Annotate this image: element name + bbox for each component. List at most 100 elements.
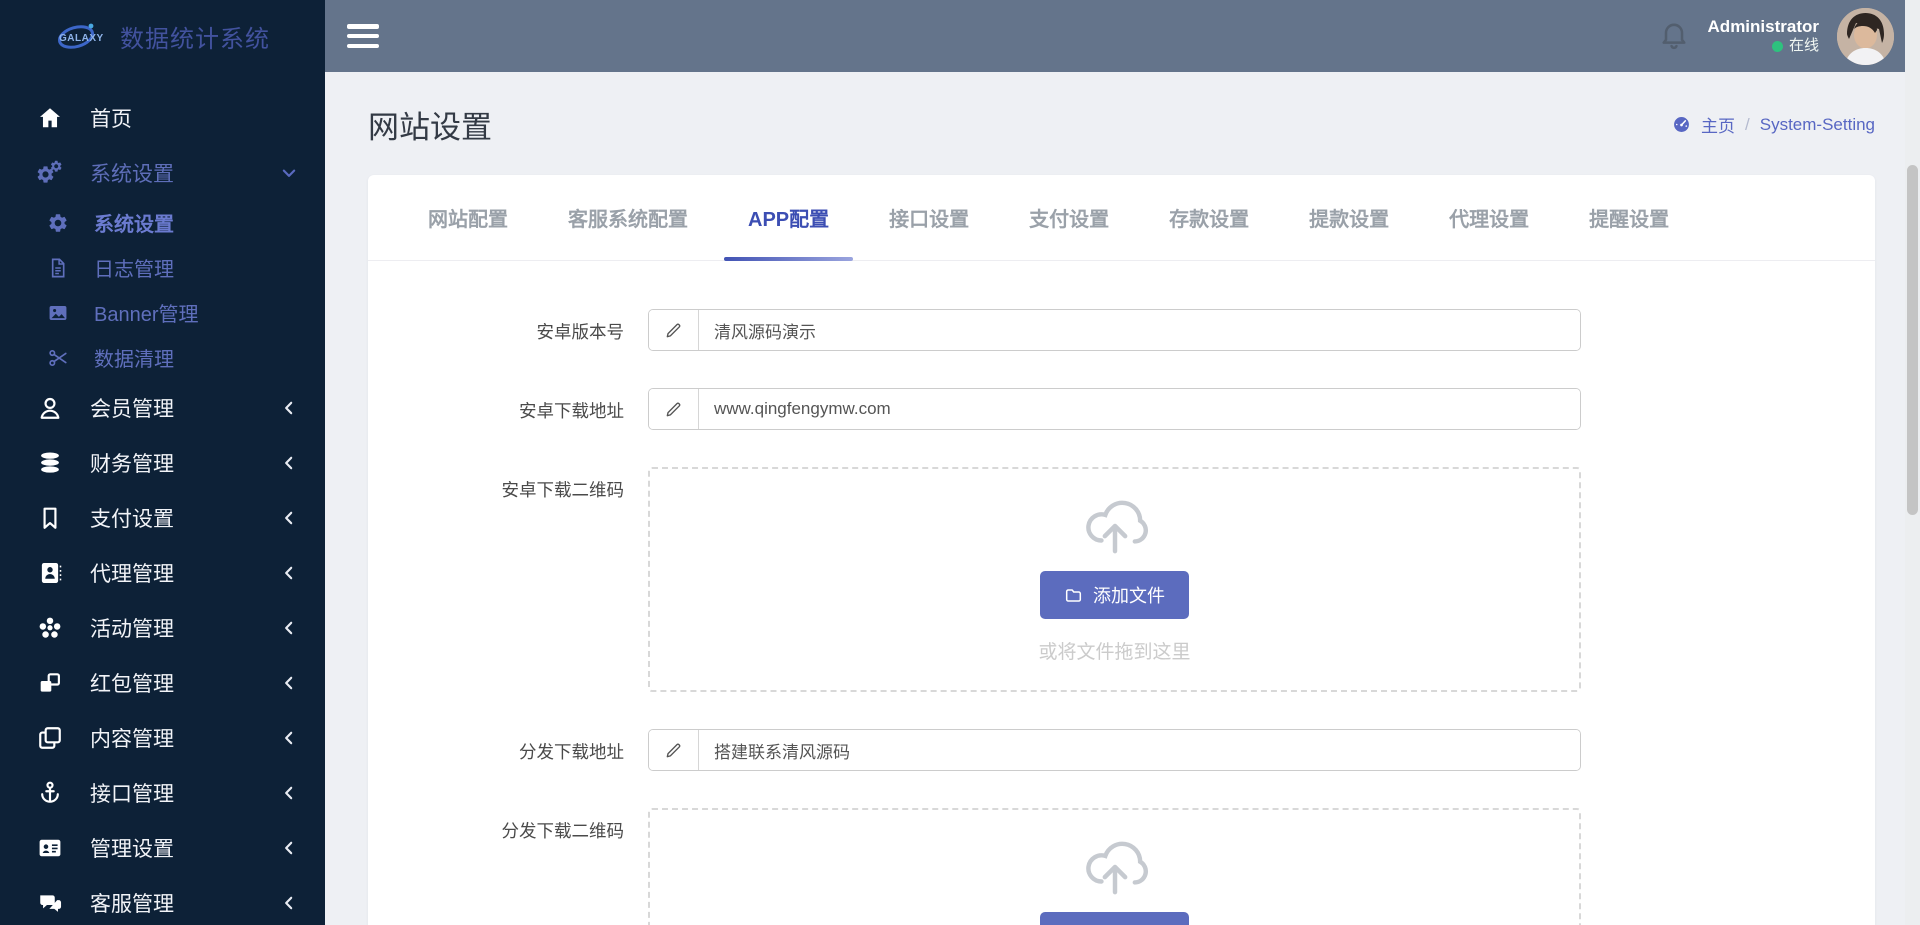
logo-text: GALAXY <box>59 33 104 44</box>
chevron-left-icon <box>279 838 299 858</box>
avatar[interactable] <box>1837 7 1894 65</box>
settings-tabs: 网站配置 客服系统配置 APP配置 接口设置 支付设置 存款设置 提款设置 代理… <box>368 175 1875 261</box>
breadcrumb: 主页 / System-Setting <box>1672 112 1875 137</box>
chevron-down-icon <box>279 163 299 183</box>
sidebar-item-content-management[interactable]: 内容管理 <box>0 710 325 765</box>
chevron-left-icon <box>279 783 299 803</box>
sidebar-item-api-management[interactable]: 接口管理 <box>0 765 325 820</box>
android-qrcode-label: 安卓下载二维码 <box>501 480 625 500</box>
distribution-url-input-group <box>648 729 1581 771</box>
android-version-label: 安卓版本号 <box>536 322 625 342</box>
sidebar-item-activity-management[interactable]: 活动管理 <box>0 600 325 655</box>
sidebar-item-home[interactable]: 首页 <box>0 90 325 145</box>
sidebar-item-system-settings[interactable]: 系统设置 <box>0 145 325 200</box>
sidebar-item-member-management[interactable]: 会员管理 <box>0 380 325 435</box>
squares-icon <box>36 670 64 696</box>
app-title: 数据统计系统 <box>120 25 270 53</box>
sidebar-item-admin-settings[interactable]: 管理设置 <box>0 820 325 875</box>
distribution-qrcode-label: 分发下载二维码 <box>501 821 625 841</box>
chat-icon <box>36 890 64 916</box>
user-name: Administrator <box>1707 17 1819 36</box>
chevron-left-icon <box>279 563 299 583</box>
sidebar-subitem-banner-management[interactable]: Banner管理 <box>0 290 325 335</box>
drop-hint: 或将文件拖到这里 <box>1038 642 1191 663</box>
document-icon <box>46 257 70 279</box>
page-title: 网站设置 <box>368 110 492 145</box>
user-status: 在线 <box>1708 37 1819 56</box>
tab-deposit-settings[interactable]: 存款设置 <box>1161 175 1257 260</box>
breadcrumb-home[interactable]: 主页 <box>1701 112 1735 137</box>
sidebar-nav: 首页 系统设置 系统设置 日志管理 Banner管理 数据清理 会员管理 财务管… <box>0 72 325 925</box>
sidebar: GALAXY 数据统计系统 首页 系统设置 系统设置 日志管理 Banner管理… <box>0 0 325 925</box>
tab-reminder-settings[interactable]: 提醒设置 <box>1581 175 1677 260</box>
gears-icon <box>36 160 64 186</box>
sidebar-item-agent-management[interactable]: 代理管理 <box>0 545 325 600</box>
burst-icon <box>36 615 64 641</box>
sidebar-item-payment-settings[interactable]: 支付设置 <box>0 490 325 545</box>
tab-website-config[interactable]: 网站配置 <box>420 175 516 260</box>
bell-icon[interactable] <box>1658 19 1690 53</box>
edit-addon <box>649 389 699 429</box>
page-scrollbar <box>1905 0 1920 925</box>
copy-icon <box>36 725 64 751</box>
scissors-icon <box>46 347 70 369</box>
anchor-icon <box>36 780 64 806</box>
home-icon <box>36 105 64 131</box>
gear-icon <box>46 212 70 234</box>
android-qrcode-dropzone[interactable]: 添加文件 或将文件拖到这里 <box>648 467 1581 692</box>
distribution-url-label: 分发下载地址 <box>519 742 624 762</box>
tab-withdrawal-settings[interactable]: 提款设置 <box>1301 175 1397 260</box>
tab-service-system-config[interactable]: 客服系统配置 <box>560 175 696 260</box>
add-file-button[interactable]: 添加文件 <box>1040 912 1189 925</box>
cloud-upload-icon <box>1079 836 1151 896</box>
image-icon <box>46 302 70 324</box>
chevron-left-icon <box>279 618 299 638</box>
tab-payment-settings[interactable]: 支付设置 <box>1021 175 1117 260</box>
chevron-left-icon <box>279 673 299 693</box>
android-download-url-label: 安卓下载地址 <box>519 401 624 421</box>
database-icon <box>36 450 64 476</box>
sidebar-item-finance-management[interactable]: 财务管理 <box>0 435 325 490</box>
tab-app-config[interactable]: APP配置 <box>723 175 854 261</box>
tab-agent-settings[interactable]: 代理设置 <box>1441 175 1537 260</box>
bookmark-icon <box>36 505 64 531</box>
sidebar-subitem-data-cleanup[interactable]: 数据清理 <box>0 335 325 380</box>
app-logo[interactable]: GALAXY 数据统计系统 <box>0 0 325 72</box>
galaxy-logo-icon: GALAXY <box>57 23 104 49</box>
sidebar-item-customer-service[interactable]: 客服管理 <box>0 875 325 925</box>
android-download-url-input-group <box>648 388 1581 430</box>
scrollbar-thumb[interactable] <box>1907 165 1918 515</box>
distribution-qrcode-dropzone[interactable]: 添加文件 或将文件拖到这里 <box>648 808 1581 925</box>
dashboard-icon <box>1672 115 1691 134</box>
add-file-button[interactable]: 添加文件 <box>1040 571 1189 619</box>
avatar-image <box>1837 7 1894 65</box>
sidebar-subitem-system-settings[interactable]: 系统设置 <box>0 200 325 245</box>
pencil-icon <box>664 321 683 340</box>
settings-card: 网站配置 客服系统配置 APP配置 接口设置 支付设置 存款设置 提款设置 代理… <box>368 175 1875 925</box>
online-status-dot <box>1771 41 1783 53</box>
pencil-icon <box>664 741 683 760</box>
android-download-url-input[interactable] <box>699 389 1580 429</box>
chevron-left-icon <box>279 728 299 748</box>
tab-api-settings[interactable]: 接口设置 <box>881 175 977 260</box>
user-icon <box>36 395 64 421</box>
distribution-url-input[interactable] <box>699 730 1580 770</box>
chevron-left-icon <box>279 453 299 473</box>
chevron-left-icon <box>279 398 299 418</box>
android-version-input[interactable] <box>699 310 1580 350</box>
id-card-icon <box>36 835 64 861</box>
chevron-left-icon <box>279 893 299 913</box>
breadcrumb-separator: / <box>1745 114 1750 134</box>
folder-icon <box>1064 586 1083 605</box>
edit-addon <box>649 310 699 350</box>
content: 网站设置 主页 / System-Setting 网站配置 客服系统配置 APP… <box>325 72 1920 925</box>
pencil-icon <box>664 400 683 419</box>
sidebar-subitem-log-management[interactable]: 日志管理 <box>0 245 325 290</box>
android-version-input-group <box>648 309 1581 351</box>
hamburger-menu-icon[interactable] <box>347 24 379 48</box>
sidebar-item-redpacket-management[interactable]: 红包管理 <box>0 655 325 710</box>
main-area: Administrator 在线 网站设置 主页 / System-Settin… <box>325 0 1920 925</box>
edit-addon <box>649 730 699 770</box>
user-menu[interactable]: Administrator 在线 <box>1708 16 1819 56</box>
topbar: Administrator 在线 <box>325 0 1920 72</box>
